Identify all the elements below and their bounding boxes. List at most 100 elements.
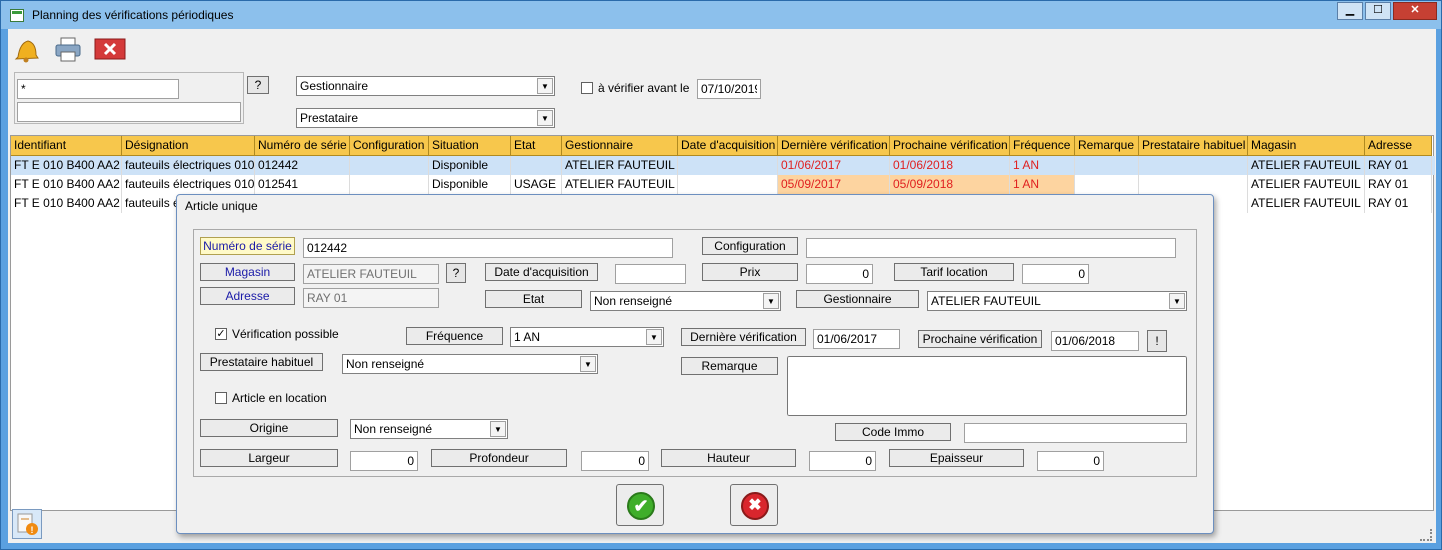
table-cell: 012541 <box>255 175 350 194</box>
col-configuration[interactable]: Configuration <box>350 136 429 155</box>
magasin-button[interactable]: Magasin <box>200 263 295 281</box>
exclamation-button[interactable]: ! <box>1147 330 1167 352</box>
prestataire-habituel-button[interactable]: Prestataire habituel <box>200 353 323 371</box>
table-cell: FT E 010 B400 AA2 <box>11 175 122 194</box>
epaisseur-button[interactable]: Epaisseur <box>889 449 1024 467</box>
derniere-verification-button[interactable]: Dernière vérification <box>681 328 806 346</box>
table-cell: 012442 <box>255 156 350 175</box>
prestataire-dialog-select[interactable]: Non renseigné ▼ <box>342 354 598 374</box>
main-window: Planning des vérifications périodiques ▁… <box>0 0 1442 550</box>
adresse-input[interactable] <box>303 288 439 308</box>
etat-select[interactable]: Non renseigné ▼ <box>590 291 781 311</box>
date-acquisition-input[interactable] <box>615 264 686 284</box>
col-magasin[interactable]: Magasin <box>1248 136 1365 155</box>
chevron-down-icon[interactable]: ▼ <box>646 329 662 345</box>
close-window-button[interactable]: ✕ <box>1393 2 1437 20</box>
search-input[interactable] <box>17 79 179 99</box>
date-acquisition-button[interactable]: Date d'acquisition <box>485 263 598 281</box>
col-situation[interactable]: Situation <box>429 136 511 155</box>
verif-possible-checkbox[interactable]: ✓ <box>215 328 227 340</box>
col-derniere-verification[interactable]: Dernière vérification <box>778 136 890 155</box>
verify-before-date[interactable] <box>697 79 761 99</box>
profondeur-button[interactable]: Profondeur <box>431 449 567 467</box>
maximize-button[interactable]: ☐ <box>1365 2 1391 20</box>
cancel-x-icon: ✖ <box>741 492 769 520</box>
bell-icon[interactable] <box>10 35 42 63</box>
col-etat[interactable]: Etat <box>511 136 562 155</box>
code-immo-button[interactable]: Code Immo <box>835 423 951 441</box>
gestionnaire-dialog-select[interactable]: ATELIER FAUTEUIL ▼ <box>927 291 1187 311</box>
search-input-2[interactable] <box>17 102 241 122</box>
table-row[interactable]: FT E 010 B400 AA2 fauteuils électriques … <box>11 175 1435 194</box>
prochaine-verification-button[interactable]: Prochaine vérification <box>918 330 1042 348</box>
adresse-button[interactable]: Adresse <box>200 287 295 305</box>
col-gestionnaire[interactable]: Gestionnaire <box>562 136 678 155</box>
magasin-help-button[interactable]: ? <box>446 263 466 283</box>
table-row[interactable]: FT E 010 B400 AA2 fauteuils électriques … <box>11 156 1435 175</box>
resize-grip-icon[interactable] <box>1420 529 1432 541</box>
hauteur-input[interactable] <box>809 451 876 471</box>
configuration-button[interactable]: Configuration <box>702 237 798 255</box>
close-red-icon[interactable] <box>94 35 126 63</box>
prix-button[interactable]: Prix <box>702 263 798 281</box>
gestionnaire-button[interactable]: Gestionnaire <box>796 290 919 308</box>
table-cell: ATELIER FAUTEUIL <box>562 175 678 194</box>
magasin-input[interactable] <box>303 264 439 284</box>
chevron-down-icon[interactable]: ▼ <box>1169 293 1185 309</box>
largeur-button[interactable]: Largeur <box>200 449 338 467</box>
col-designation[interactable]: Désignation <box>122 136 255 155</box>
col-remarque[interactable]: Remarque <box>1075 136 1139 155</box>
col-prochaine-verification[interactable]: Prochaine vérification <box>890 136 1010 155</box>
table-cell: 01/06/2018 <box>890 156 1010 175</box>
table-cell: RAY 01 <box>1365 194 1432 213</box>
col-prestataire-habituel[interactable]: Prestataire habituel <box>1139 136 1248 155</box>
remarque-textarea[interactable] <box>787 356 1187 416</box>
epaisseur-input[interactable] <box>1037 451 1104 471</box>
prestataire-select[interactable]: Prestataire ▼ <box>296 108 555 128</box>
chevron-down-icon[interactable]: ▼ <box>537 110 553 126</box>
profondeur-input[interactable] <box>581 451 649 471</box>
ok-button[interactable]: ✔ <box>616 484 664 526</box>
table-cell <box>511 156 562 175</box>
verify-before-checkbox[interactable] <box>581 82 593 94</box>
table-cell <box>1075 175 1139 194</box>
derniere-verification-input[interactable] <box>813 329 900 349</box>
remarque-button[interactable]: Remarque <box>681 357 778 375</box>
col-date-acquisition[interactable]: Date d'acquisition <box>678 136 778 155</box>
col-adresse[interactable]: Adresse <box>1365 136 1432 155</box>
chevron-down-icon[interactable]: ▼ <box>537 78 553 94</box>
cancel-button[interactable]: ✖ <box>730 484 778 526</box>
tarif-location-button[interactable]: Tarif location <box>894 263 1014 281</box>
chevron-down-icon[interactable]: ▼ <box>490 421 506 437</box>
frequence-select[interactable]: 1 AN ▼ <box>510 327 664 347</box>
minimize-button[interactable]: ▁ <box>1337 2 1363 20</box>
largeur-input[interactable] <box>350 451 418 471</box>
printer-icon[interactable] <box>52 35 84 63</box>
tarif-location-input[interactable] <box>1022 264 1089 284</box>
configuration-input[interactable] <box>806 238 1176 258</box>
help-button[interactable]: ? <box>247 76 269 94</box>
chevron-down-icon[interactable]: ▼ <box>580 356 596 372</box>
window-title: Planning des vérifications périodiques <box>32 8 234 22</box>
numero-serie-input[interactable] <box>303 238 673 258</box>
article-location-checkbox[interactable] <box>215 392 227 404</box>
article-location-label: Article en location <box>232 391 327 405</box>
frequence-button[interactable]: Fréquence <box>406 327 503 345</box>
origine-button[interactable]: Origine <box>200 419 338 437</box>
svg-text:!: ! <box>31 525 34 535</box>
hauteur-button[interactable]: Hauteur <box>661 449 796 467</box>
col-numero-serie[interactable]: Numéro de série <box>255 136 350 155</box>
col-identifiant[interactable]: Identifiant <box>11 136 122 155</box>
origine-select[interactable]: Non renseigné ▼ <box>350 419 508 439</box>
code-immo-input[interactable] <box>964 423 1187 443</box>
table-cell <box>678 175 778 194</box>
prix-input[interactable] <box>806 264 873 284</box>
chevron-down-icon[interactable]: ▼ <box>763 293 779 309</box>
toolbar <box>8 29 1436 69</box>
prochaine-verification-input[interactable] <box>1051 331 1139 351</box>
gestionnaire-select[interactable]: Gestionnaire ▼ <box>296 76 555 96</box>
col-frequence[interactable]: Fréquence <box>1010 136 1075 155</box>
numero-serie-button[interactable]: Numéro de série <box>200 237 295 255</box>
etat-button[interactable]: Etat <box>485 290 582 308</box>
alert-icon[interactable]: ! <box>12 509 42 539</box>
